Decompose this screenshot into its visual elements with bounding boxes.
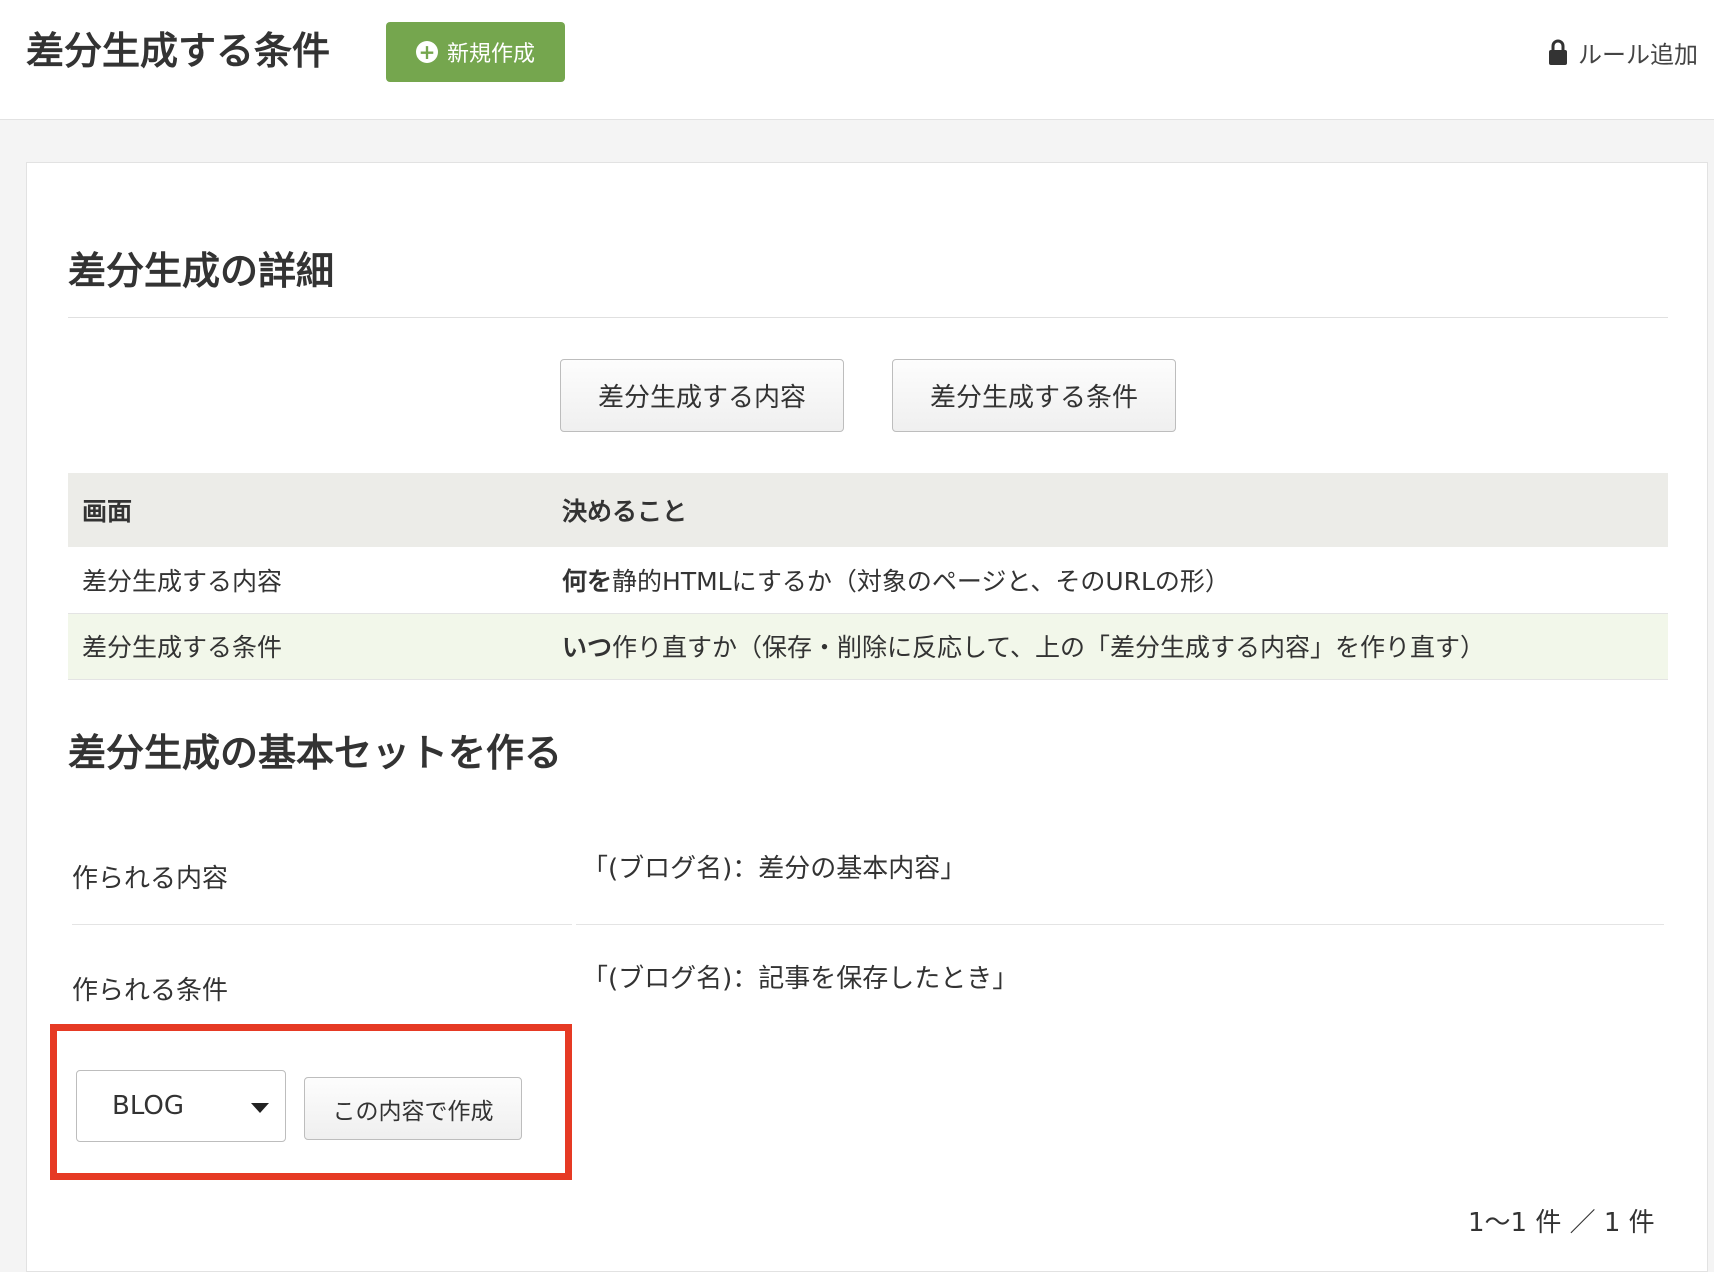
content-value: 「(ブログ名)：差分の基本内容」 bbox=[582, 854, 967, 884]
condition-label: 作られる条件 bbox=[72, 976, 229, 1006]
table-header-row: 画面 決めること bbox=[68, 473, 1668, 547]
table-row: 差分生成する内容 何を静的HTMLにするか（対象のページと、そのURLの形） bbox=[68, 547, 1668, 614]
create-with-content-button[interactable]: この内容で作成 bbox=[304, 1077, 522, 1140]
tab-diff-content[interactable]: 差分生成する内容 bbox=[560, 359, 844, 432]
blog-select[interactable]: BLOG bbox=[76, 1070, 286, 1142]
condition-value: 「(ブログ名)：記事を保存したとき」 bbox=[582, 964, 1019, 994]
table-header-screen: 画面 bbox=[68, 473, 548, 547]
content-label: 作られる内容 bbox=[72, 864, 229, 894]
new-create-button[interactable]: + 新規作成 bbox=[386, 22, 565, 82]
table-row: 差分生成する条件 いつ作り直すか（保存・削除に反応して、上の「差分生成する内容」… bbox=[68, 613, 1668, 680]
tab-diff-condition[interactable]: 差分生成する条件 bbox=[892, 359, 1176, 432]
top-bar: 差分生成する条件 + 新規作成 ルール追加 bbox=[0, 0, 1714, 120]
blog-select-value: BLOG bbox=[112, 1091, 185, 1121]
table-header-decide: 決めること bbox=[548, 473, 1668, 547]
details-table: 画面 決めること 差分生成する内容 何を静的HTMLにするか（対象のページと、そ… bbox=[68, 473, 1668, 680]
decide-rest: 作り直すか（保存・削除に反応して、上の「差分生成する内容」を作り直す） bbox=[612, 633, 1486, 662]
rule-add-label: ルール追加 bbox=[1578, 40, 1698, 69]
row-divider bbox=[72, 924, 572, 925]
caret-down-icon bbox=[251, 1103, 269, 1113]
plus-circle-icon: + bbox=[415, 41, 438, 63]
details-section-title: 差分生成の詳細 bbox=[68, 249, 335, 293]
table-cell-decide: 何を静的HTMLにするか（対象のページと、そのURLの形） bbox=[548, 547, 1668, 614]
section-divider bbox=[68, 317, 1668, 318]
decide-rest: 静的HTMLにするか（対象のページと、そのURLの形） bbox=[612, 566, 1230, 596]
table-cell-screen: 差分生成する条件 bbox=[68, 613, 548, 680]
pagination-count: 1〜1 件 ／ 1 件 bbox=[1468, 1208, 1655, 1238]
row-divider bbox=[576, 924, 1664, 925]
lock-icon bbox=[1549, 39, 1567, 65]
decide-bold: いつ bbox=[562, 633, 613, 662]
basic-set-section-title: 差分生成の基本セットを作る bbox=[68, 731, 563, 775]
table-cell-decide: いつ作り直すか（保存・削除に反応して、上の「差分生成する内容」を作り直す） bbox=[548, 613, 1668, 680]
page-title: 差分生成する条件 bbox=[26, 29, 331, 73]
decide-bold: 何を bbox=[562, 566, 613, 596]
rule-add-link[interactable]: ルール追加 bbox=[1548, 32, 1698, 72]
new-create-button-label: 新規作成 bbox=[446, 42, 535, 67]
table-cell-screen: 差分生成する内容 bbox=[68, 547, 548, 614]
